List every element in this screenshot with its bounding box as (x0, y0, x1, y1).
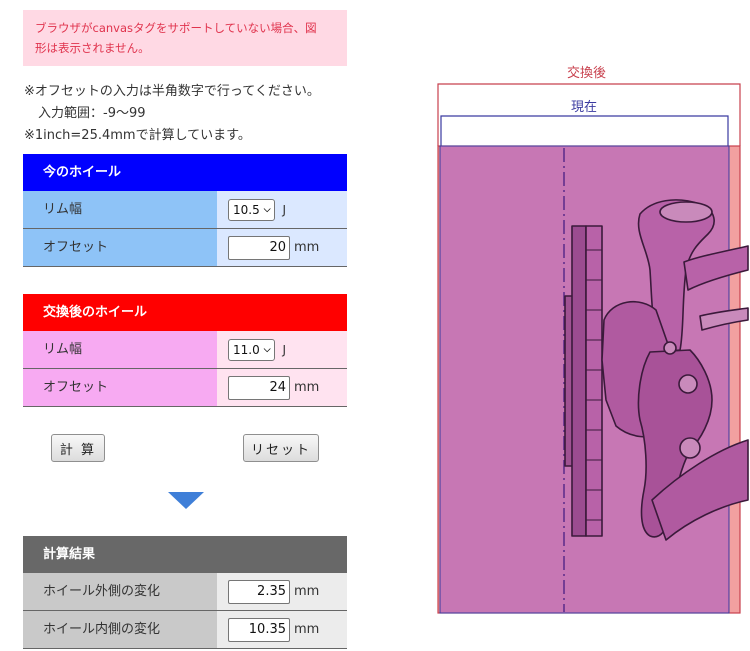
upper-ball-joint (659, 201, 713, 223)
chevron-down-icon: ⌵ (263, 344, 271, 355)
outer-change-output: 2.35 (228, 579, 290, 604)
current-rim-row: リム幅 10.5 ⌵ J (23, 191, 347, 229)
new-offset-row: オフセット 24 mm (23, 369, 347, 407)
result-panel: 計算結果 ホイール外側の変化 2.35 mm ホイール内側の変化 10.35 m… (23, 536, 347, 649)
current-offset-label: オフセット (23, 229, 217, 266)
inner-change-row: ホイール内側の変化 10.35 mm (23, 611, 347, 649)
knuckle-upper (637, 199, 715, 353)
chevron-down-icon: ⌵ (263, 204, 271, 215)
brake-rotor (571, 225, 587, 537)
new-wheel-panel: 交換後のホイール リム幅 11.0 ⌵ J オフセット 24 mm (23, 294, 347, 407)
inner-change-unit: mm (294, 622, 320, 637)
current-wheel-area (439, 145, 730, 614)
current-rim-select[interactable]: 10.5 ⌵ (228, 198, 275, 221)
current-offset-unit: mm (294, 240, 320, 255)
brake-caliper (601, 301, 677, 438)
inner-change-label: ホイール内側の変化 (23, 611, 217, 648)
bolt (679, 437, 701, 459)
new-rim-unit: J (282, 342, 287, 357)
inch-conversion-note: ※1inch=25.4mmで計算しています。 (24, 128, 251, 143)
input-range-note: 入力範囲：-9〜99 (38, 106, 146, 121)
new-rim-label: リム幅 (23, 331, 217, 368)
new-rim-row: リム幅 11.0 ⌵ J (23, 331, 347, 369)
current-bracket (440, 115, 729, 146)
current-offset-input[interactable]: 20 (228, 235, 290, 260)
rotor-vent-lines (586, 249, 602, 521)
new-rim-value: 11.0 (233, 342, 260, 357)
hub-face (564, 295, 574, 467)
suspension-sketch (564, 199, 749, 541)
current-wheel-title: 今のホイール (23, 154, 347, 191)
knuckle-body (637, 349, 713, 538)
current-label: 現在 (571, 100, 598, 115)
after-bracket (437, 83, 741, 146)
outer-change-unit: mm (294, 584, 320, 599)
after-wheel-outline (437, 145, 741, 614)
offset-input-note: ※オフセットの入力は半角数字で行ってください。 (24, 84, 320, 99)
notice-line-1: ブラウザがcanvasタグをサポートしていない場合、図 (35, 21, 317, 35)
result-title: 計算結果 (23, 536, 347, 573)
current-offset-row: オフセット 20 mm (23, 229, 347, 267)
reset-button[interactable]: リセット (243, 434, 319, 462)
brake-rotor-vent (585, 225, 603, 537)
notice-line-2: 形は表示されません。 (35, 41, 150, 55)
new-offset-unit: mm (294, 380, 320, 395)
inner-change-output: 10.35 (228, 617, 290, 642)
current-rim-unit: J (282, 202, 287, 217)
new-offset-input[interactable]: 24 (228, 375, 290, 400)
tie-rod (699, 307, 749, 331)
current-rim-label: リム幅 (23, 191, 217, 228)
canvas-support-notice: ブラウザがcanvasタグをサポートしていない場合、図 形は表示されません。 (23, 10, 347, 66)
new-offset-label: オフセット (23, 369, 217, 406)
outer-change-row: ホイール外側の変化 2.35 mm (23, 573, 347, 611)
current-wheel-panel: 今のホイール リム幅 10.5 ⌵ J オフセット 20 mm (23, 154, 347, 267)
bolt (678, 374, 698, 394)
outer-change-label: ホイール外側の変化 (23, 573, 217, 610)
lower-arm (651, 439, 749, 541)
down-arrow-icon (168, 492, 204, 509)
new-rim-select[interactable]: 11.0 ⌵ (228, 338, 275, 361)
current-rim-value: 10.5 (233, 202, 260, 217)
new-wheel-title: 交換後のホイール (23, 294, 347, 331)
bolt (663, 341, 677, 355)
calculate-button[interactable]: 計 算 (51, 434, 105, 462)
after-label: 交換後 (567, 66, 607, 81)
upper-arm (683, 245, 749, 291)
